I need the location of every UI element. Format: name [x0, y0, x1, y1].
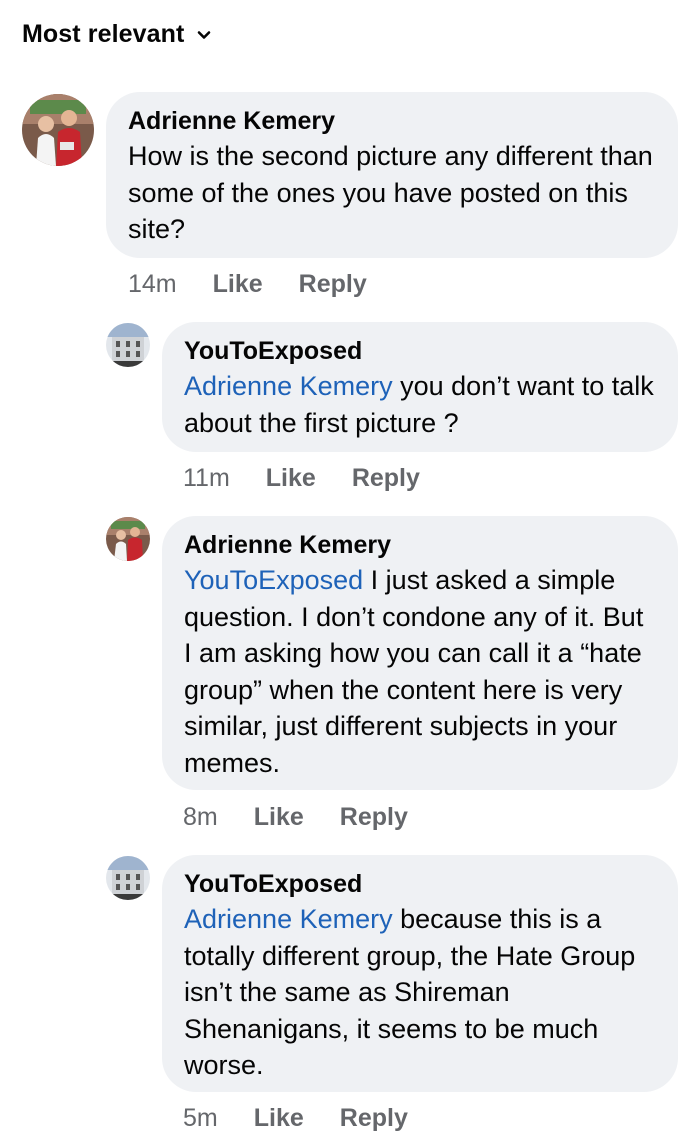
comment-author[interactable]: Adrienne Kemery	[184, 528, 656, 562]
reply-button[interactable]: Reply	[340, 803, 408, 832]
comment-bubble: Adrienne Kemery YouToExposed I just aske…	[162, 516, 678, 790]
sort-dropdown[interactable]: Most relevant	[22, 20, 212, 49]
avatar[interactable]	[106, 323, 150, 367]
comment-body: I just asked a simple question. I don’t …	[184, 565, 644, 778]
chevron-down-icon	[198, 30, 211, 39]
comment-author[interactable]: YouToExposed	[184, 334, 656, 368]
comment-time[interactable]: 14m	[128, 270, 177, 299]
like-button[interactable]: Like	[254, 803, 304, 832]
comment-text: Adrienne Kemery because this is a totall…	[184, 901, 656, 1084]
comment-author[interactable]: Adrienne Kemery	[128, 104, 656, 138]
avatar[interactable]	[106, 856, 150, 900]
comment-actions: 8m Like Reply	[183, 803, 444, 832]
profile-photo	[22, 94, 94, 166]
profile-photo	[106, 323, 150, 367]
comment-time[interactable]: 11m	[183, 464, 230, 493]
mention-link[interactable]: Adrienne Kemery	[184, 904, 393, 934]
comment-text: Adrienne Kemery you don’t want to talk a…	[184, 368, 656, 441]
comment-time[interactable]: 5m	[183, 1104, 218, 1133]
mention-link[interactable]: Adrienne Kemery	[184, 371, 393, 401]
profile-photo	[106, 856, 150, 900]
profile-photo	[106, 517, 150, 561]
comment-author[interactable]: YouToExposed	[184, 867, 656, 901]
like-button[interactable]: Like	[266, 464, 316, 493]
comment-actions: 14m Like Reply	[128, 270, 403, 299]
comment-bubble: YouToExposed Adrienne Kemery because thi…	[162, 855, 678, 1092]
comment-text: How is the second picture any different …	[128, 138, 656, 248]
reply-button[interactable]: Reply	[299, 270, 367, 299]
reply-button[interactable]: Reply	[340, 1104, 408, 1133]
comment-actions: 11m Like Reply	[183, 464, 456, 493]
like-button[interactable]: Like	[213, 270, 263, 299]
avatar[interactable]	[106, 517, 150, 561]
like-button[interactable]: Like	[254, 1104, 304, 1133]
sort-label: Most relevant	[22, 20, 185, 48]
mention-link[interactable]: YouToExposed	[184, 565, 363, 595]
comment-text: YouToExposed I just asked a simple quest…	[184, 562, 656, 781]
comment-body: How is the second picture any different …	[128, 141, 653, 244]
comment-actions: 5m Like Reply	[183, 1104, 444, 1133]
avatar[interactable]	[22, 94, 94, 166]
comment-bubble: YouToExposed Adrienne Kemery you don’t w…	[162, 322, 678, 452]
reply-button[interactable]: Reply	[352, 464, 420, 493]
comment-bubble: Adrienne Kemery How is the second pictur…	[106, 92, 678, 258]
comment-time[interactable]: 8m	[183, 803, 218, 832]
